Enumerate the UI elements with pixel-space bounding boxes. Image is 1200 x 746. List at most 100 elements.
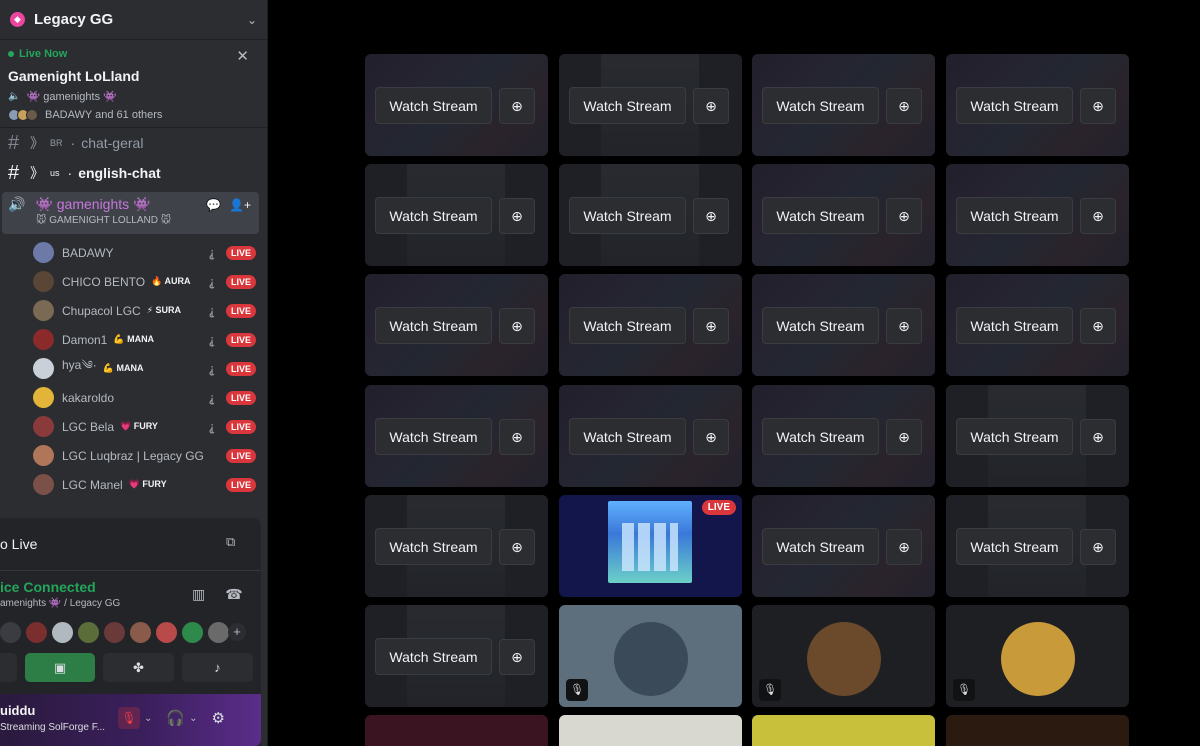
watch-stream-button[interactable]: Watch Stream xyxy=(569,418,686,455)
avatar[interactable] xyxy=(104,622,125,643)
watch-stream-button[interactable]: Watch Stream xyxy=(569,87,686,124)
add-to-view-icon[interactable]: ⊕ xyxy=(886,308,922,344)
participant-tile[interactable] xyxy=(752,715,935,746)
watch-stream-button[interactable]: Watch Stream xyxy=(762,418,879,455)
watch-stream-button[interactable]: Watch Stream xyxy=(956,307,1073,344)
voice-member[interactable]: hya༄· 💪 MANA ⸘ LIVE xyxy=(0,354,267,383)
gear-icon[interactable]: ⚙ xyxy=(211,709,224,727)
voice-member[interactable]: kakaroldo ⸘ LIVE xyxy=(0,383,267,412)
voice-member[interactable]: Damon1 💪 MANA ⸘ LIVE xyxy=(0,325,267,354)
close-icon[interactable]: ✕ xyxy=(236,47,249,65)
add-to-view-icon[interactable]: ⊕ xyxy=(1080,529,1116,565)
stream-tile[interactable]: Watch Stream ⊕ xyxy=(559,385,742,487)
participant-tile[interactable] xyxy=(559,715,742,746)
chevron-down-icon[interactable]: ⌄ xyxy=(247,13,257,27)
avatar[interactable] xyxy=(130,622,151,643)
add-to-view-icon[interactable]: ⊕ xyxy=(693,419,729,455)
voice-connected-status[interactable]: ice Connected xyxy=(0,579,96,595)
participant-tile[interactable] xyxy=(365,715,548,746)
add-to-view-icon[interactable]: ⊕ xyxy=(499,639,535,675)
stream-tile[interactable]: Watch Stream ⊕ xyxy=(365,605,548,707)
stream-tile[interactable]: Watch Stream ⊕ xyxy=(752,274,935,376)
mic-muted-icon[interactable]: 🎙 xyxy=(118,707,140,729)
watch-stream-button[interactable]: Watch Stream xyxy=(956,418,1073,455)
channel-chat-geral[interactable]: # 》 BR · chat-geral xyxy=(0,128,267,158)
voice-member[interactable]: LGC Manel 💗 FURY LIVE xyxy=(0,470,267,499)
watch-stream-button[interactable]: Watch Stream xyxy=(762,307,879,344)
stream-tile[interactable]: Watch Stream ⊕ xyxy=(365,385,548,487)
voice-member[interactable]: Chupacol LGC ⚡ SURA ⸘ LIVE xyxy=(0,296,267,325)
add-to-view-icon[interactable]: ⊕ xyxy=(1080,198,1116,234)
stream-tile[interactable]: Watch Stream ⊕ xyxy=(946,274,1129,376)
watch-stream-button[interactable]: Watch Stream xyxy=(569,197,686,234)
add-to-view-icon[interactable]: ⊕ xyxy=(499,308,535,344)
watch-stream-button[interactable]: Watch Stream xyxy=(375,528,492,565)
add-to-view-icon[interactable]: ⊕ xyxy=(499,198,535,234)
stream-tile[interactable]: Watch Stream ⊕ xyxy=(946,385,1129,487)
watch-stream-button[interactable]: Watch Stream xyxy=(956,87,1073,124)
stream-tile[interactable]: Watch Stream ⊕ xyxy=(365,164,548,266)
stream-tile[interactable]: Watch Stream ⊕ xyxy=(365,495,548,597)
watch-stream-button[interactable]: Watch Stream xyxy=(569,307,686,344)
participant-tile[interactable] xyxy=(946,715,1129,746)
voice-channel-gamenights[interactable]: 🔊 👾 gamenights 👾 🐭 GAMENIGHT LOLLAND 🐭 💬… xyxy=(2,192,259,234)
watch-stream-button[interactable]: Watch Stream xyxy=(762,197,879,234)
add-to-view-icon[interactable]: ⊕ xyxy=(1080,308,1116,344)
add-to-view-icon[interactable]: ⊕ xyxy=(1080,88,1116,124)
disconnect-icon[interactable]: ☎ xyxy=(225,586,242,603)
avatar[interactable] xyxy=(182,622,203,643)
stream-tile[interactable]: Watch Stream ⊕ xyxy=(559,274,742,376)
stream-tile[interactable]: Watch Stream ⊕ xyxy=(752,495,935,597)
avatar[interactable] xyxy=(78,622,99,643)
share-screen-button[interactable]: ▣ xyxy=(25,653,95,682)
watch-stream-button[interactable]: Watch Stream xyxy=(956,528,1073,565)
add-to-view-icon[interactable]: ⊕ xyxy=(886,88,922,124)
user-name[interactable]: uiddu xyxy=(0,703,35,718)
stream-tile[interactable]: Watch Stream ⊕ xyxy=(946,164,1129,266)
headphones-icon[interactable]: 🎧 xyxy=(166,709,185,727)
avatar[interactable] xyxy=(0,622,21,643)
add-to-view-icon[interactable]: ⊕ xyxy=(693,308,729,344)
voice-member[interactable]: LGC Luqbraz | Legacy GG LIVE xyxy=(0,441,267,470)
channel-english-chat[interactable]: # 》 us · english-chat xyxy=(0,158,267,188)
soundboard-button[interactable]: ♪ xyxy=(182,653,253,682)
noise-suppression-icon[interactable]: ▥ xyxy=(192,586,205,603)
voice-member[interactable]: BADAWY ⸘ LIVE xyxy=(0,238,267,267)
add-to-view-icon[interactable]: ⊕ xyxy=(499,419,535,455)
avatar[interactable] xyxy=(52,622,73,643)
add-to-view-icon[interactable]: ⊕ xyxy=(886,198,922,234)
watch-stream-button[interactable]: Watch Stream xyxy=(762,87,879,124)
stream-tile[interactable]: Watch Stream ⊕ xyxy=(559,54,742,156)
stream-tile[interactable]: Watch Stream ⊕ xyxy=(946,54,1129,156)
add-to-view-icon[interactable]: ⊕ xyxy=(693,88,729,124)
add-participant-icon[interactable]: + xyxy=(228,623,246,641)
stream-tile[interactable]: Watch Stream ⊕ xyxy=(559,164,742,266)
voice-member[interactable]: LGC Bela 💗 FURY ⸘ LIVE xyxy=(0,412,267,441)
watch-stream-button[interactable]: Watch Stream xyxy=(956,197,1073,234)
chat-bubble-icon[interactable]: 💬 xyxy=(206,198,221,212)
chevron-down-icon[interactable]: ⌄ xyxy=(189,713,197,724)
stream-tile[interactable]: Watch Stream ⊕ xyxy=(365,274,548,376)
live-event-card[interactable]: Live Now ✕ Gamenight LoLland 🔈 👾 gamenig… xyxy=(0,40,267,128)
voice-member[interactable]: CHICO BENTO 🔥 AURA ⸘ LIVE xyxy=(0,267,267,296)
popout-icon[interactable]: ⧉ xyxy=(226,534,235,550)
add-to-view-icon[interactable]: ⊕ xyxy=(693,198,729,234)
watch-stream-button[interactable]: Watch Stream xyxy=(375,87,492,124)
add-to-view-icon[interactable]: ⊕ xyxy=(886,529,922,565)
stream-tile[interactable]: Watch Stream ⊕ xyxy=(752,164,935,266)
stream-tile[interactable]: Watch Stream ⊕ xyxy=(365,54,548,156)
stream-tile[interactable]: Watch Stream ⊕ xyxy=(752,385,935,487)
camera-button[interactable] xyxy=(0,653,17,682)
watch-stream-button[interactable]: Watch Stream xyxy=(375,418,492,455)
participant-tile[interactable]: 🎙 xyxy=(946,605,1129,707)
avatar[interactable] xyxy=(156,622,177,643)
stream-tile[interactable]: Watch Stream ⊕ xyxy=(946,495,1129,597)
add-to-view-icon[interactable]: ⊕ xyxy=(499,529,535,565)
participant-tile[interactable]: 🎙 xyxy=(559,605,742,707)
voice-connected-channel[interactable]: amenights 👾 / Legacy GG xyxy=(0,598,120,609)
activities-button[interactable]: ✤ xyxy=(103,653,174,682)
watch-stream-button[interactable]: Watch Stream xyxy=(375,197,492,234)
add-to-view-icon[interactable]: ⊕ xyxy=(1080,419,1116,455)
watch-stream-button[interactable]: Watch Stream xyxy=(375,307,492,344)
participant-tile[interactable]: 🎙 xyxy=(752,605,935,707)
